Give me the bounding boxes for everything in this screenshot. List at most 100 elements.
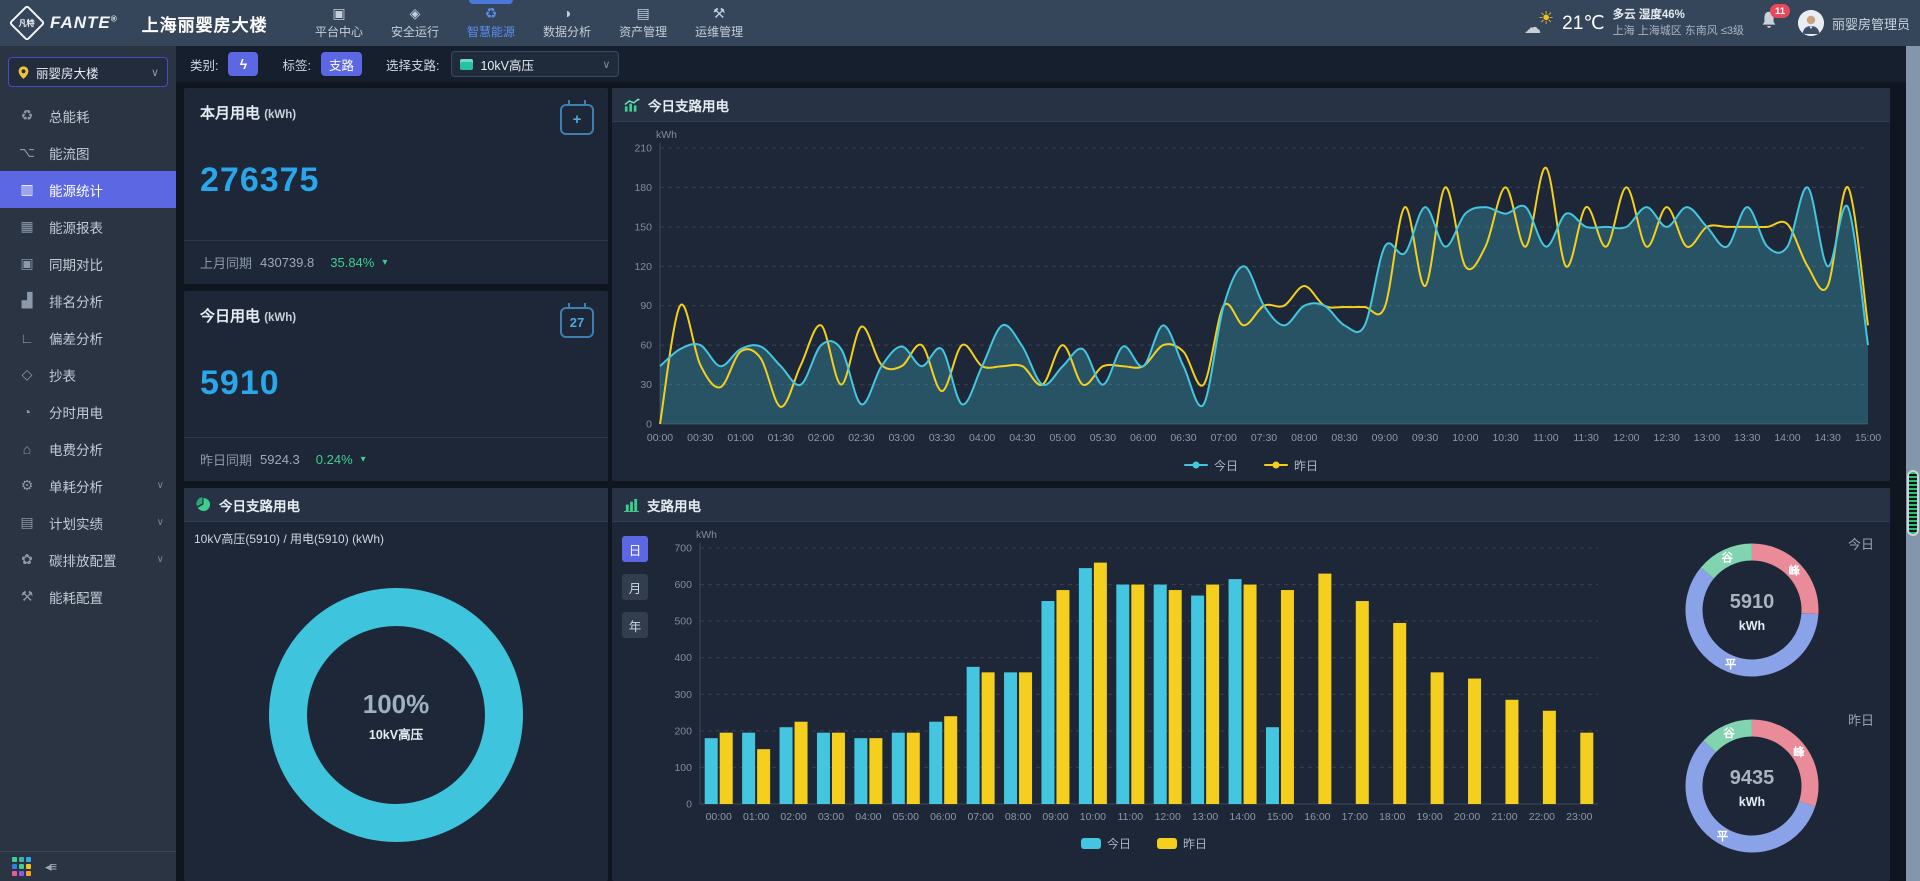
svg-text:100%: 100%	[363, 689, 430, 719]
energy-icon: ♻	[485, 6, 498, 20]
collapse-menu-icon[interactable]: ◂≡	[45, 859, 55, 875]
sidebar-item-单耗分析[interactable]: ⚙ 单耗分析∨	[0, 467, 176, 504]
donut-subtitle: 10kV高压(5910) / 用电(5910) (kWh)	[184, 522, 608, 547]
today-usage-title: 今日用电 (kWh)	[200, 305, 296, 326]
legend-item-今日[interactable]: 今日	[1184, 457, 1238, 474]
card-title: 今日支路用电	[648, 95, 729, 115]
security-icon: ◈	[410, 6, 421, 20]
nav-item-数据分析[interactable]: ◑ 数据分析	[533, 0, 601, 46]
branch-select-value: 10kV高压	[480, 55, 595, 74]
tag-label: 标签:	[282, 55, 310, 74]
svg-text:05:30: 05:30	[1090, 432, 1116, 444]
svg-text:03:00: 03:00	[888, 432, 914, 444]
header-right: ☀☁ 21℃ 多云 湿度46% 上海 上海城区 东南风 ≤3级 11	[1524, 0, 1910, 46]
apps-grid-icon[interactable]	[12, 857, 31, 876]
svg-text:11:30: 11:30	[1573, 432, 1599, 444]
notifications-button[interactable]: 11	[1758, 8, 1784, 38]
category-electricity-button[interactable]: ϟ	[228, 52, 258, 76]
nav-item-平台中心[interactable]: ▣ 平台中心	[305, 0, 373, 46]
svg-text:0: 0	[646, 419, 652, 431]
svg-text:01:00: 01:00	[727, 432, 753, 444]
svg-text:03:00: 03:00	[818, 811, 844, 823]
app-root: 凡特 FANTE® 上海丽婴房大楼 ▣ 平台中心◈ 安全运行♻ 智慧能源◑ 数据…	[0, 0, 1920, 881]
sidebar-item-总能耗[interactable]: ♻ 总能耗	[0, 97, 176, 134]
location-pin-icon	[17, 65, 30, 80]
legend-item-昨日[interactable]: 昨日	[1264, 457, 1318, 474]
trend-down-icon[interactable]: ▾	[382, 257, 387, 268]
sidebar-item-能源报表[interactable]: ▦ 能源报表	[0, 208, 176, 245]
bar-chart-icon	[624, 498, 639, 512]
legend-marker-icon	[1264, 464, 1288, 466]
sidebar-item-分时用电[interactable]: ◔ 分时用电	[0, 393, 176, 430]
meter-reading-icon: ◇	[18, 366, 36, 383]
nav-item-安全运行[interactable]: ◈ 安全运行	[381, 0, 449, 46]
brand: 凡特 FANTE® 上海丽婴房大楼	[0, 10, 268, 36]
svg-text:400: 400	[674, 652, 692, 664]
svg-text:kWh: kWh	[1739, 795, 1765, 809]
svg-text:07:00: 07:00	[967, 811, 993, 823]
compare-value: 430739.8	[260, 255, 314, 270]
energy-stats-icon: ▥	[18, 181, 36, 198]
svg-text:02:30: 02:30	[848, 432, 874, 444]
total-energy-icon: ♻	[18, 107, 36, 124]
svg-text:12:30: 12:30	[1654, 432, 1680, 444]
chevron-down-icon: ∨	[157, 554, 164, 565]
svg-text:08:00: 08:00	[1291, 432, 1317, 444]
nav-item-运维管理[interactable]: ⚒ 运维管理	[685, 0, 753, 46]
scrollbar-thumb[interactable]	[1907, 470, 1919, 536]
legend-item-昨日[interactable]: 昨日	[1157, 835, 1207, 852]
sidebar-item-能源统计[interactable]: ▥ 能源统计	[0, 171, 176, 208]
branch-donut-chart: 100%10kV高压	[226, 547, 566, 867]
svg-text:60: 60	[640, 340, 652, 352]
branch-select[interactable]: 10kV高压 ∨	[451, 51, 619, 77]
svg-text:08:00: 08:00	[1005, 811, 1031, 823]
user-menu[interactable]: 丽婴房管理员	[1798, 10, 1910, 36]
sidebar-item-电费分析[interactable]: ⌂ 电费分析	[0, 430, 176, 467]
svg-text:11:00: 11:00	[1118, 811, 1144, 823]
svg-text:700: 700	[674, 543, 692, 555]
svg-text:13:30: 13:30	[1734, 432, 1760, 444]
svg-text:19:00: 19:00	[1416, 811, 1442, 823]
svg-text:kWh: kWh	[1739, 619, 1765, 633]
donut-corner-label: 今日	[1848, 534, 1874, 553]
branch-select-label: 选择支路:	[386, 55, 439, 74]
period-button-年[interactable]: 年	[622, 612, 648, 638]
svg-text:14:30: 14:30	[1815, 432, 1841, 444]
svg-text:平: 平	[1725, 658, 1737, 671]
main-content: 本月用电 (kWh) + 276375 上月同期 430739.8 35.84%…	[176, 82, 1906, 881]
period-button-日[interactable]: 日	[622, 536, 648, 562]
svg-text:06:30: 06:30	[1170, 432, 1196, 444]
sidebar-item-碳排放配置[interactable]: ✿ 碳排放配置∨	[0, 541, 176, 578]
svg-text:200: 200	[674, 725, 692, 737]
svg-text:07:30: 07:30	[1251, 432, 1277, 444]
svg-text:05:00: 05:00	[1050, 432, 1076, 444]
trend-chart-icon	[624, 98, 640, 112]
sidebar: 丽婴房大楼 ∨ ♻ 总能耗⌥ 能流图▥ 能源统计▦ 能源报表▣ 同期对比▟ 排名…	[0, 46, 176, 881]
tag-branch-button[interactable]: 支路	[321, 52, 362, 76]
legend-item-今日[interactable]: 今日	[1081, 835, 1131, 852]
svg-text:04:30: 04:30	[1009, 432, 1035, 444]
sidebar-item-能流图[interactable]: ⌥ 能流图	[0, 134, 176, 171]
pie-chart-icon	[196, 497, 211, 512]
nav-item-智慧能源[interactable]: ♻ 智慧能源	[457, 0, 525, 46]
site-selector[interactable]: 丽婴房大楼 ∨	[8, 57, 168, 87]
svg-text:12:00: 12:00	[1613, 432, 1639, 444]
nav-item-资产管理[interactable]: ▤ 资产管理	[609, 0, 677, 46]
monthly-usage-value: 276375	[184, 135, 608, 200]
sidebar-item-抄表[interactable]: ◇ 抄表	[0, 356, 176, 393]
sidebar-item-计划实绩[interactable]: ▤ 计划实绩∨	[0, 504, 176, 541]
line-chart-legend: 今日 昨日	[612, 453, 1890, 477]
sidebar-item-排名分析[interactable]: ▟ 排名分析	[0, 282, 176, 319]
sidebar-item-偏差分析[interactable]: ∟ 偏差分析	[0, 319, 176, 356]
energy-flow-icon: ⌥	[18, 144, 36, 161]
percent-change: 35.84%	[330, 255, 374, 270]
monthly-usage-title: 本月用电 (kWh)	[200, 102, 296, 123]
period-button-月[interactable]: 月	[622, 574, 648, 600]
sidebar-item-同期对比[interactable]: ▣ 同期对比	[0, 245, 176, 282]
sidebar-item-能耗配置[interactable]: ⚒ 能耗配置	[0, 578, 176, 615]
energy-config-icon: ⚒	[18, 588, 36, 605]
svg-text:谷: 谷	[1723, 726, 1735, 740]
svg-text:90: 90	[640, 300, 652, 312]
trend-down-icon[interactable]: ▾	[361, 454, 366, 465]
svg-text:210: 210	[634, 143, 652, 155]
